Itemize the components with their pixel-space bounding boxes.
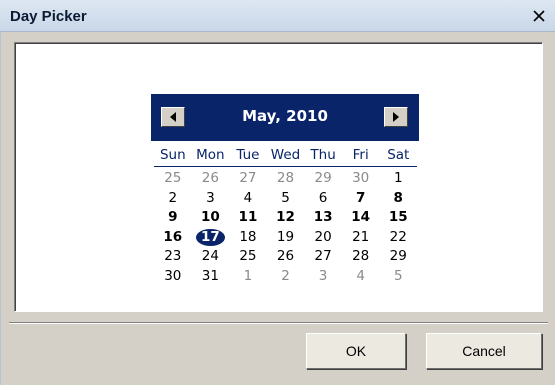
weekday-label: Sun bbox=[159, 147, 186, 163]
day-cell[interactable]: 20 bbox=[304, 228, 342, 248]
day-cell[interactable]: 1 bbox=[379, 169, 417, 189]
day-cell[interactable]: 30 bbox=[154, 267, 192, 287]
week-row: 25 26 27 28 29 30 1 bbox=[154, 169, 417, 189]
day-cell[interactable]: 13 bbox=[304, 208, 342, 228]
next-month-button[interactable] bbox=[384, 107, 408, 127]
day-cell[interactable]: 30 bbox=[342, 169, 380, 189]
day-cell[interactable]: 28 bbox=[267, 169, 305, 189]
day-cell[interactable]: 2 bbox=[154, 189, 192, 209]
weekday-label: Sat bbox=[387, 147, 410, 163]
day-cell[interactable]: 4 bbox=[342, 267, 380, 287]
week-row: 30 31 1 2 3 4 5 bbox=[154, 267, 417, 287]
day-cell[interactable]: 9 bbox=[154, 208, 192, 228]
day-cell[interactable]: 7 bbox=[342, 189, 380, 209]
day-cell[interactable]: 8 bbox=[379, 189, 417, 209]
weekday-label: Thu bbox=[310, 147, 336, 163]
day-cell[interactable]: 27 bbox=[229, 169, 267, 189]
day-cell[interactable]: 5 bbox=[379, 267, 417, 287]
week-row: 2345678 bbox=[154, 189, 417, 209]
week-row: 16 17 18 19 20 21 22 bbox=[154, 228, 417, 248]
day-cell[interactable]: 1 bbox=[229, 267, 267, 287]
day-cell[interactable]: 12 bbox=[267, 208, 305, 228]
day-cell[interactable]: 29 bbox=[379, 247, 417, 267]
day-cell[interactable]: 16 bbox=[154, 228, 192, 248]
day-cell[interactable]: 25 bbox=[154, 169, 192, 189]
dialog-body: May, 2010 Sun Mon Tue Wed Thu Fri Sat 25 26 27 28… bbox=[0, 32, 555, 385]
week-row: 23 24 25 26 27 28 29 bbox=[154, 247, 417, 267]
day-cell[interactable]: 25 bbox=[229, 247, 267, 267]
day-cell[interactable]: 10 bbox=[192, 208, 230, 228]
day-cell[interactable]: 6 bbox=[304, 189, 342, 209]
weekday-label: Mon bbox=[196, 147, 225, 163]
day-cell[interactable]: 22 bbox=[379, 228, 417, 248]
day-cell[interactable]: 23 bbox=[154, 247, 192, 267]
calendar-header: May, 2010 bbox=[151, 94, 419, 141]
ok-button[interactable]: OK bbox=[306, 333, 406, 369]
day-cell[interactable]: 26 bbox=[192, 169, 230, 189]
right-arrow-icon bbox=[393, 112, 399, 122]
day-grid: 25 26 27 28 29 30 1 2 3 4 5 6 7 8 9 10 11 12 13 14 15 16 17 18 1… bbox=[154, 169, 417, 287]
day-cell[interactable]: 21 bbox=[342, 228, 380, 248]
weekday-label: Fri bbox=[352, 147, 369, 163]
day-cell[interactable]: 2 bbox=[267, 267, 305, 287]
day-cell[interactable]: 24 bbox=[192, 247, 230, 267]
day-cell[interactable]: 4 bbox=[229, 189, 267, 209]
day-cell[interactable]: 27 bbox=[304, 247, 342, 267]
day-cell[interactable]: 15 bbox=[379, 208, 417, 228]
previous-month-button[interactable] bbox=[161, 107, 185, 127]
separator bbox=[9, 322, 548, 324]
close-icon bbox=[533, 10, 545, 22]
weekday-label: Tue bbox=[236, 147, 260, 163]
window-title: Day Picker bbox=[10, 8, 87, 25]
day-cell[interactable]: 31 bbox=[192, 267, 230, 287]
day-cell[interactable]: 28 bbox=[342, 247, 380, 267]
day-cell[interactable]: 5 bbox=[267, 189, 305, 209]
day-cell[interactable]: 14 bbox=[342, 208, 380, 228]
week-row: 9 10 11 12 13 14 15 bbox=[154, 208, 417, 228]
weekday-header-row: Sun Mon Tue Wed Thu Fri Sat bbox=[154, 146, 417, 167]
left-arrow-icon bbox=[170, 112, 176, 122]
day-cell[interactable]: 18 bbox=[229, 228, 267, 248]
day-cell[interactable]: 11 bbox=[229, 208, 267, 228]
day-cell-selected[interactable]: 17 bbox=[192, 228, 230, 248]
day-cell[interactable]: 3 bbox=[304, 267, 342, 287]
month-year-title[interactable]: May, 2010 bbox=[191, 107, 379, 125]
day-cell[interactable]: 26 bbox=[267, 247, 305, 267]
day-cell[interactable]: 19 bbox=[267, 228, 305, 248]
weekday-label: Wed bbox=[270, 147, 301, 163]
cancel-button[interactable]: Cancel bbox=[426, 333, 542, 369]
close-button[interactable] bbox=[526, 4, 552, 28]
day-cell[interactable]: 29 bbox=[304, 169, 342, 189]
day-cell[interactable]: 3 bbox=[192, 189, 230, 209]
title-bar: Day Picker bbox=[0, 0, 555, 32]
